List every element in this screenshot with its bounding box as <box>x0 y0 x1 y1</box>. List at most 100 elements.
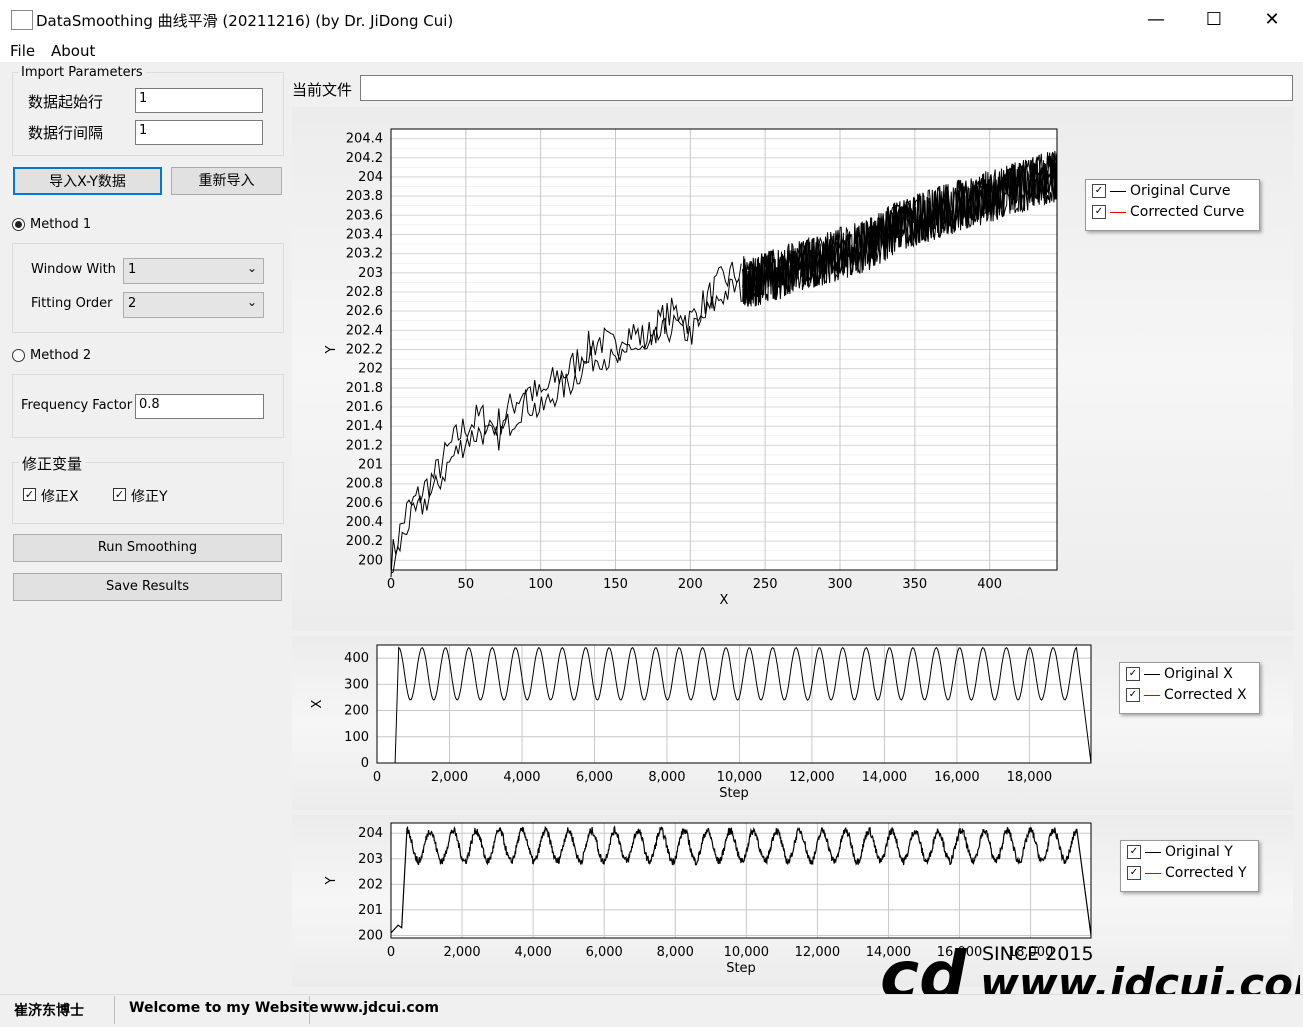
y-tick-label: 200 <box>358 928 383 943</box>
legend-checkbox[interactable]: ✓ <box>1127 845 1141 859</box>
plot-area <box>377 645 1091 763</box>
legend-item-corrected[interactable]: ✓ Corrected Y <box>1127 865 1247 885</box>
legend-swatch <box>1110 190 1126 192</box>
legend-label: Corrected Curve <box>1130 204 1245 220</box>
y-tick-label: 204 <box>358 826 383 841</box>
y-tick-label: 203.8 <box>346 189 383 204</box>
x-legend: ✓ Original X ✓ Corrected X <box>1119 662 1260 714</box>
jdcui-watermark: cd SINCE 2015 www.jdcui.com <box>880 937 1300 1002</box>
y-tick-label: 200.8 <box>346 477 383 492</box>
x-tick-label: 2,000 <box>431 770 468 785</box>
y-tick-label: 203.4 <box>346 227 383 242</box>
y-tick-label: 0 <box>361 756 369 771</box>
legend-label: Corrected X <box>1164 687 1247 703</box>
x-tick-label: 100 <box>528 577 553 592</box>
status-author: 崔济东博士 <box>14 1003 84 1019</box>
y-tick-label: 204.2 <box>346 151 383 166</box>
y-axis-label: Y <box>324 345 339 354</box>
y-tick-label: 201.4 <box>346 419 383 434</box>
x-tick-label: 10,000 <box>717 770 763 785</box>
legend-item-corrected[interactable]: ✓ Corrected Curve <box>1092 204 1244 224</box>
legend-checkbox[interactable]: ✓ <box>1126 688 1140 702</box>
legend-item-original[interactable]: ✓ Original X <box>1126 666 1233 686</box>
y-tick-label: 202 <box>358 877 383 892</box>
y-tick-label: 201 <box>358 458 383 473</box>
x-tick-label: 10,000 <box>724 945 770 960</box>
y-axis-label: Y <box>324 876 339 885</box>
watermark-logo: cd <box>880 937 967 1002</box>
x-tick-label: 200 <box>678 577 703 592</box>
y-tick-label: 203 <box>358 852 383 867</box>
y-tick-label: 202 <box>358 362 383 377</box>
x-tick-label: 350 <box>902 577 927 592</box>
x-axis-label: Step <box>726 961 756 976</box>
legend-checkbox[interactable]: ✓ <box>1092 205 1106 219</box>
x-tick-label: 4,000 <box>503 770 540 785</box>
main-chart: 200 200.2 200.4 200.6 200.8 201 201.2 201.4 201.… <box>324 128 1058 608</box>
legend-swatch <box>1145 851 1161 853</box>
y-tick-label: 300 <box>344 677 369 692</box>
y-tick-label: 202.6 <box>346 304 383 319</box>
y-tick-label: 203.2 <box>346 247 383 262</box>
y-tick-label: 202.2 <box>346 343 383 358</box>
x-tick-label: 16,000 <box>934 770 980 785</box>
x-tick-label: 14,000 <box>862 770 908 785</box>
y-legend: ✓ Original Y ✓ Corrected Y <box>1120 840 1259 892</box>
legend-swatch <box>1144 673 1160 675</box>
status-welcome: Welcome to my Website <box>129 1000 319 1016</box>
x-axis-label: Step <box>719 786 749 801</box>
y-tick-label: 201.2 <box>346 438 383 453</box>
x-tick-label: 400 <box>977 577 1002 592</box>
x-tick-label: 2,000 <box>443 945 480 960</box>
x-tick-label: 6,000 <box>576 770 613 785</box>
x-tick-label: 0 <box>373 770 381 785</box>
y-tick-label: 200.2 <box>346 534 383 549</box>
legend-label: Original Curve <box>1130 183 1231 199</box>
legend-label: Corrected Y <box>1165 865 1247 881</box>
y-tick-label: 200 <box>344 704 369 719</box>
legend-swatch <box>1110 211 1126 213</box>
x-step-chart: 0 100 200 300 400 0 2,000 4,000 6,000 8,000 10,000… <box>310 644 1092 801</box>
status-url[interactable]: www.jdcui.com <box>320 1000 439 1016</box>
y-tick-label: 203 <box>358 266 383 281</box>
main-legend: ✓ Original Curve ✓ Corrected Curve <box>1085 179 1260 231</box>
status-divider <box>309 996 310 1024</box>
y-tick-label: 201.6 <box>346 400 383 415</box>
x-tick-label: 12,000 <box>789 770 835 785</box>
legend-checkbox[interactable]: ✓ <box>1127 866 1141 880</box>
x-tick-label: 18,000 <box>1007 770 1053 785</box>
y-tick-label: 201 <box>358 903 383 918</box>
legend-item-corrected[interactable]: ✓ Corrected X <box>1126 687 1247 707</box>
x-tick-label: 12,000 <box>795 945 841 960</box>
y-axis-label: X <box>310 699 325 708</box>
legend-swatch <box>1145 872 1161 874</box>
charts-svg: 200 200.2 200.4 200.6 200.8 201 201.2 201.4 201.… <box>310 128 1092 976</box>
legend-checkbox[interactable]: ✓ <box>1092 184 1106 198</box>
legend-label: Original Y <box>1165 844 1233 860</box>
x-tick-label: 0 <box>387 577 395 592</box>
plot-area <box>391 823 1091 938</box>
legend-item-original[interactable]: ✓ Original Curve <box>1092 183 1231 203</box>
y-tick-label: 400 <box>344 651 369 666</box>
x-tick-label: 0 <box>387 945 395 960</box>
x-axis-label: X <box>720 593 729 608</box>
y-tick-label: 201.8 <box>346 381 383 396</box>
y-tick-label: 203.6 <box>346 208 383 223</box>
y-tick-label: 200.6 <box>346 496 383 511</box>
y-tick-label: 202.4 <box>346 323 383 338</box>
legend-item-original[interactable]: ✓ Original Y <box>1127 844 1233 864</box>
x-tick-label: 8,000 <box>648 770 685 785</box>
legend-swatch <box>1144 694 1160 696</box>
x-tick-label: 50 <box>458 577 475 592</box>
legend-checkbox[interactable]: ✓ <box>1126 667 1140 681</box>
x-tick-label: 8,000 <box>657 945 694 960</box>
x-tick-label: 150 <box>603 577 628 592</box>
x-tick-label: 4,000 <box>515 945 552 960</box>
x-tick-label: 6,000 <box>586 945 623 960</box>
status-divider <box>114 996 115 1024</box>
x-tick-label: 300 <box>828 577 853 592</box>
y-tick-label: 204 <box>358 170 383 185</box>
y-tick-label: 100 <box>344 730 369 745</box>
y-tick-label: 202.8 <box>346 285 383 300</box>
y-tick-label: 200 <box>358 553 383 568</box>
